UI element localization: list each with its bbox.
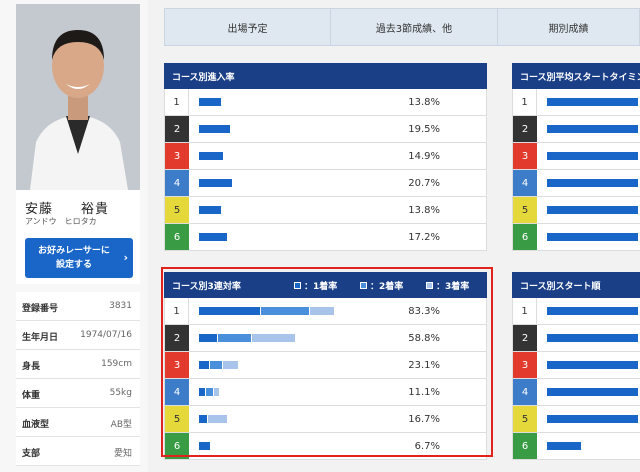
info-value: 愛知 (113, 449, 132, 459)
course-number-badge: 5 (513, 197, 537, 223)
info-value: 55kg (109, 388, 132, 398)
course-number-badge: 5 (165, 197, 189, 223)
entry-rate-value: 13.8% (408, 205, 440, 216)
table-row: 2 (512, 116, 640, 143)
avg-start-bar (547, 233, 639, 241)
chevron-right-icon: › (123, 251, 128, 264)
racer-info-list: 登録番号 3831 生年月日 1974/07/16 身長 159cm 体重 55kg 血液型 AB… (16, 292, 140, 466)
racer-photo (16, 4, 140, 190)
course-number-badge: 2 (513, 116, 537, 142)
entry-rate-value: 20.7% (408, 178, 440, 189)
course-number-badge: 6 (513, 433, 537, 459)
course-entry-rate-table: コース別進入率 1 13.8% 2 19.5% 3 14.9% 4 20.7% 5 13.8% 6 1… (164, 63, 487, 251)
entry-rate-bar (199, 206, 222, 214)
course-entry-rate-title: コース別進入率 (164, 63, 487, 89)
tab-recent-results[interactable]: 過去3節成績、他 (331, 8, 498, 46)
table-row: 4 (512, 379, 640, 406)
entry-rate-value: 14.9% (408, 151, 440, 162)
table-row: 1 (512, 298, 640, 325)
entry-rate-value: 17.2% (408, 232, 440, 243)
info-key: 体重 (22, 391, 41, 401)
course-number-badge: 4 (513, 379, 537, 405)
info-row: 身長 159cm (16, 350, 140, 379)
course-number-badge: 1 (513, 89, 537, 115)
info-key: 生年月日 (22, 333, 59, 343)
table-row: 5 (512, 197, 640, 224)
racer-name: 安藤 裕貴 (25, 202, 110, 217)
course-number-badge: 4 (165, 170, 189, 196)
course-number-badge: 1 (513, 298, 537, 324)
entry-rate-bar (199, 98, 222, 106)
table-row: 2 (512, 325, 640, 352)
entry-rate-bar (199, 179, 233, 187)
info-row: 体重 55kg (16, 379, 140, 408)
table-row: 5 13.8% (164, 197, 487, 224)
avg-start-bar (547, 179, 639, 187)
info-key: 血液型 (22, 420, 50, 430)
info-key: 登録番号 (22, 304, 59, 314)
course-avg-start-table: コース別平均スタートタイミング 123456 (512, 63, 640, 251)
course-number-badge: 6 (513, 224, 537, 250)
info-row: 血液型 AB型 (16, 408, 140, 437)
course-number-badge: 6 (165, 224, 189, 250)
table-row: 2 19.5% (164, 116, 487, 143)
avg-start-bar (547, 98, 639, 106)
course-number-badge: 2 (165, 116, 189, 142)
table-row: 3 (512, 143, 640, 170)
entry-rate-value: 13.8% (408, 97, 440, 108)
start-order-bar (547, 334, 639, 342)
table-row: 1 (512, 89, 640, 116)
start-order-bar (547, 307, 639, 315)
entry-rate-value: 19.5% (408, 124, 440, 135)
course-number-badge: 3 (165, 143, 189, 169)
entry-rate-bar (199, 125, 231, 133)
table-row: 1 13.8% (164, 89, 487, 116)
racer-photo-image (16, 4, 140, 190)
avg-start-bar (547, 125, 639, 133)
entry-rate-bar (199, 233, 227, 241)
start-order-bar (547, 442, 581, 450)
table-row: 5 (512, 406, 640, 433)
course-start-order-title: コース別スタート順 (512, 272, 640, 298)
avg-start-bar (547, 206, 639, 214)
course-number-badge: 3 (513, 143, 537, 169)
info-key: 身長 (22, 362, 41, 372)
start-order-bar (547, 415, 639, 423)
course-number-badge: 3 (513, 352, 537, 378)
course-avg-start-title: コース別平均スタートタイミング (512, 63, 640, 89)
racer-profile: 安藤 裕貴 アンドウ ヒロタカ お好みレーサーに 設定する › 登録番号 3831… (0, 0, 148, 472)
entry-rate-bar (199, 152, 223, 160)
table-row: 4 20.7% (164, 170, 487, 197)
course-number-badge: 2 (513, 325, 537, 351)
info-value: AB型 (110, 420, 132, 430)
course-number-badge: 4 (513, 170, 537, 196)
add-favorite-racer-button[interactable]: お好みレーサーに 設定する › (25, 238, 133, 278)
course-number-badge: 1 (165, 89, 189, 115)
table-row: 6 (512, 224, 640, 251)
table-row: 3 14.9% (164, 143, 487, 170)
info-key: 支部 (22, 449, 41, 459)
table-row: 3 (512, 352, 640, 379)
tab-term-results[interactable]: 期別成績 (498, 8, 640, 46)
course-start-order-table: コース別スタート順 123456 (512, 272, 640, 460)
highlight-box (161, 267, 493, 457)
info-value: 1974/07/16 (80, 330, 132, 340)
tab-schedule[interactable]: 出場予定 (164, 8, 331, 46)
info-value: 3831 (109, 301, 132, 311)
table-row: 6 17.2% (164, 224, 487, 251)
tab-bar: 出場予定 過去3節成績、他 期別成績 (164, 8, 640, 46)
info-row: 生年月日 1974/07/16 (16, 321, 140, 350)
table-row: 4 (512, 170, 640, 197)
avg-start-bar (547, 152, 639, 160)
racer-name-card: 安藤 裕貴 アンドウ ヒロタカ お好みレーサーに 設定する › (16, 190, 140, 284)
info-value: 159cm (101, 359, 132, 369)
course-number-badge: 5 (513, 406, 537, 432)
table-row: 6 (512, 433, 640, 460)
info-row: 支部 愛知 (16, 437, 140, 466)
info-row: 登録番号 3831 (16, 292, 140, 321)
start-order-bar (547, 361, 639, 369)
racer-name-kana: アンドウ ヒロタカ (25, 217, 97, 226)
add-favorite-racer-label: お好みレーサーに 設定する (38, 246, 110, 270)
start-order-bar (547, 388, 639, 396)
